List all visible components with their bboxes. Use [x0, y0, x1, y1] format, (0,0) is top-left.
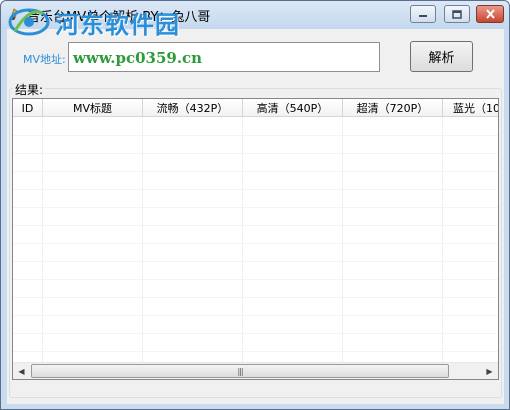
close-button[interactable]: [476, 5, 504, 23]
scroll-left-button[interactable]: ◀: [13, 363, 30, 379]
app-window: 音乐台MV单个解析 BY：兔八哥 MV地址: www.pc0359.cn 解析 …: [0, 0, 510, 410]
results-group: 结果: ID MV标题 流畅（432P） 高清（540P） 超清（720P） 蓝…: [9, 81, 502, 398]
scroll-right-icon: ▶: [486, 366, 493, 376]
close-icon: [485, 9, 495, 19]
row-gridline: [13, 225, 498, 226]
app-icon: [10, 8, 18, 20]
row-gridline: [13, 207, 498, 208]
parse-button[interactable]: 解析: [410, 41, 473, 72]
row-gridline: [13, 135, 498, 136]
title-bar[interactable]: 音乐台MV单个解析 BY：兔八哥: [1, 1, 509, 29]
horizontal-scrollbar[interactable]: ◀ ||| ▶: [13, 362, 498, 379]
window-title: 音乐台MV单个解析 BY：兔八哥: [27, 10, 211, 25]
row-gridline: [13, 243, 498, 244]
column-header-hd[interactable]: 高清（540P）: [243, 99, 343, 117]
column-header-title[interactable]: MV标题: [43, 99, 143, 117]
scrollbar-thumb[interactable]: |||: [31, 364, 449, 378]
row-gridline: [13, 333, 498, 334]
maximize-button[interactable]: [444, 5, 470, 23]
minimize-icon: [419, 15, 427, 17]
row-gridline: [13, 171, 498, 172]
column-header-superhd[interactable]: 超清（720P）: [343, 99, 443, 117]
scroll-right-button[interactable]: ▶: [481, 363, 498, 379]
row-gridline: [13, 351, 498, 352]
row-gridline: [13, 315, 498, 316]
row-gridline: [13, 153, 498, 154]
url-input[interactable]: www.pc0359.cn: [68, 42, 380, 72]
column-header-bluray[interactable]: 蓝光（10: [443, 99, 498, 117]
url-input-value: www.pc0359.cn: [73, 49, 203, 67]
column-header-smooth[interactable]: 流畅（432P）: [143, 99, 243, 117]
row-gridline: [13, 297, 498, 298]
row-gridline: [13, 261, 498, 262]
maximize-icon: [452, 9, 462, 19]
results-listview[interactable]: ID MV标题 流畅（432P） 高清（540P） 超清（720P） 蓝光（10: [12, 98, 499, 380]
row-gridline: [13, 189, 498, 190]
client-area: MV地址: www.pc0359.cn 解析 结果: ID MV标题 流畅（43…: [7, 29, 504, 404]
grip-icon: |||: [237, 366, 243, 376]
column-header-id[interactable]: ID: [13, 99, 43, 117]
results-group-label: 结果:: [13, 81, 46, 98]
scroll-left-icon: ◀: [18, 366, 25, 376]
listview-header: ID MV标题 流畅（432P） 高清（540P） 超清（720P） 蓝光（10: [13, 99, 498, 117]
url-label: MV地址:: [23, 53, 66, 66]
listview-body: [13, 117, 498, 367]
minimize-button[interactable]: [410, 5, 436, 23]
row-gridline: [13, 279, 498, 280]
